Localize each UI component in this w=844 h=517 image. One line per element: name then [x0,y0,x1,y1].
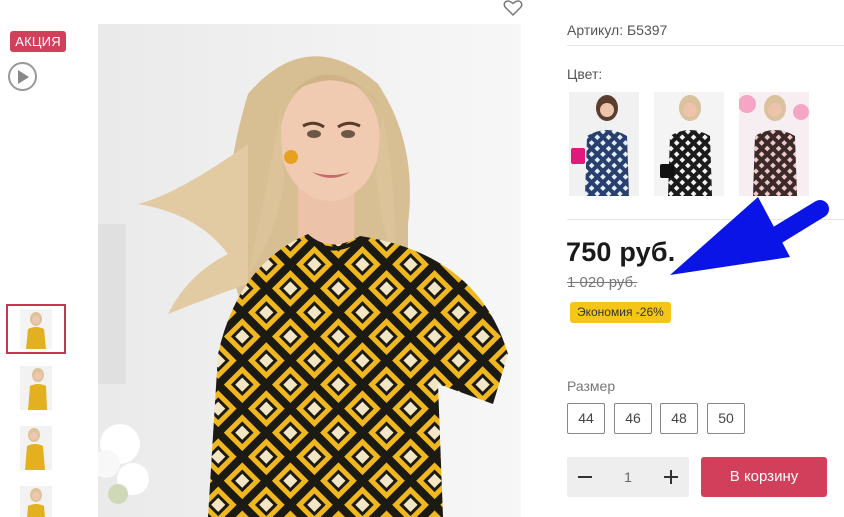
heart-icon [503,0,523,17]
old-price: 1 020 руб. [567,274,638,291]
sale-badge: АКЦИЯ [10,31,66,52]
add-to-cart-button[interactable]: В корзину [701,457,827,497]
quantity-stepper: 1 [567,457,689,497]
thumbnail-3[interactable] [20,426,52,470]
divider [567,45,844,46]
quantity-increase-button[interactable] [653,457,689,497]
size-option-50[interactable]: 50 [707,403,745,434]
size-option-46[interactable]: 46 [614,403,652,434]
thumbnail-2[interactable] [20,366,52,410]
color-swatch-black-white[interactable] [654,92,724,196]
thumbnail-4[interactable] [20,486,52,517]
color-label: Цвет: [567,66,603,82]
savings-badge: Экономия -26% [570,302,671,323]
size-option-48[interactable]: 48 [660,403,698,434]
quantity-input[interactable]: 1 [603,457,653,497]
size-option-44[interactable]: 44 [567,403,605,434]
add-to-favorites-button[interactable] [503,0,523,22]
product-sku: Артикул: Б5397 [567,22,668,38]
thumbnail-1[interactable] [6,304,66,354]
play-video-button[interactable] [8,62,37,91]
main-product-photo[interactable] [98,24,521,517]
plus-icon [664,470,678,484]
color-swatch-blue[interactable] [569,92,639,196]
minus-icon [578,476,592,478]
size-label: Размер [567,378,616,394]
play-icon [18,70,29,84]
arrow-annotation-icon [670,197,829,275]
color-swatch-pink[interactable] [739,92,809,196]
quantity-decrease-button[interactable] [567,457,603,497]
